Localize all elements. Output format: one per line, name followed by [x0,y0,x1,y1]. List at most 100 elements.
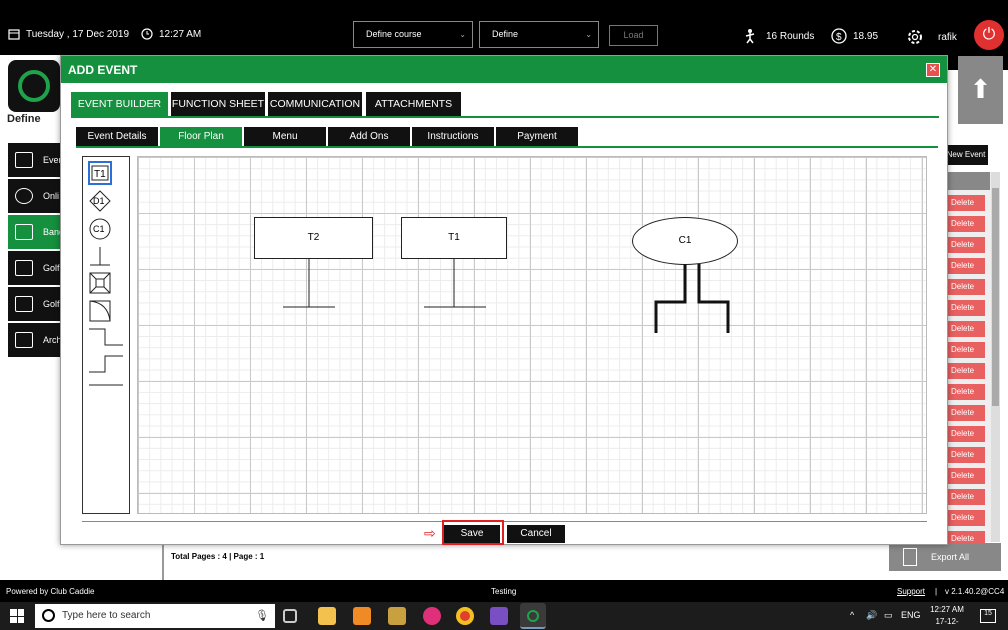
clock-date: 17-12-2019 [935,617,959,630]
subtab-payment[interactable]: Payment [496,127,578,146]
table-t2-stand [283,259,335,308]
sidebar-item-golf[interactable]: Golf [8,251,64,285]
microphone-icon[interactable]: 🎙 [255,609,269,622]
scrollbar-thumb[interactable] [992,188,999,406]
sidebar-item-label: Golf [43,299,60,309]
new-event-button[interactable]: New Event [944,145,988,165]
table-t1[interactable]: T1 [401,217,507,259]
task-view-icon[interactable] [283,609,297,623]
sidebar-item-golf-list[interactable]: Golf [8,287,64,321]
tool-rect-table[interactable]: T1 [88,161,112,185]
subtab-add-ons[interactable]: Add Ons [328,127,410,146]
tool-door[interactable] [88,299,112,323]
svg-text:C1: C1 [93,224,105,234]
club-caddie-taskbar-icon[interactable] [520,603,546,629]
tab-attachments[interactable]: ATTACHMENTS [366,92,461,116]
delete-button[interactable]: Delete [947,237,985,253]
tool-t-wall[interactable] [88,245,112,269]
define-select[interactable]: Define ⌄ [479,21,599,48]
course-select[interactable]: Define course ⌄ [353,21,473,48]
delete-button[interactable]: Delete [947,342,985,358]
floor-plan-canvas[interactable]: T2 T1 C1 [137,156,927,514]
table-c1[interactable]: C1 [632,217,738,265]
notification-icon[interactable]: 15 [980,609,996,623]
volume-icon[interactable]: 🔊 [866,610,877,621]
taskbar-search[interactable]: Type here to search 🎙 [35,604,275,628]
t-wall-icon [90,247,110,266]
arrow-right-icon: ⇨ [424,525,436,541]
power-icon[interactable]: ⏻ [974,20,1004,50]
sidebar-item-archive[interactable]: Arch [8,323,64,357]
chrome-icon[interactable] [456,607,474,625]
table-t2[interactable]: T2 [254,217,373,259]
delete-button[interactable]: Delete [947,510,985,526]
tool-circle-table[interactable]: C1 [88,217,112,241]
define-select-value: Define [492,29,519,39]
table-c1-stand [654,264,730,333]
footer-divider [82,521,927,522]
cancel-button[interactable]: Cancel [507,525,565,543]
sidebar-item-events[interactable]: Even [8,143,64,177]
tool-line-wall[interactable] [87,377,125,401]
close-icon[interactable]: ✕ [926,63,940,77]
tray-chevron-icon[interactable]: ^ [850,610,854,620]
windows-start-icon[interactable] [10,609,24,623]
user-name: rafik [938,31,957,43]
tool-window[interactable] [88,271,112,295]
file-explorer-icon[interactable] [318,607,336,625]
scroll-up-button[interactable]: ⬆ [958,56,1003,124]
add-event-modal: ADD EVENT ✕ EVENT BUILDER FUNCTION SHEET… [60,55,948,545]
tab-function-sheet[interactable]: FUNCTION SHEET [171,92,265,116]
language-indicator[interactable]: ENG [901,610,921,620]
delete-button[interactable]: Delete [947,258,985,274]
save-button[interactable]: Save [444,525,500,543]
network-icon[interactable]: ▭ [884,610,893,621]
delete-button[interactable]: Delete [947,300,985,316]
tool-step-wall[interactable] [87,325,125,349]
sublime-text-icon[interactable] [353,607,371,625]
gear-icon[interactable] [906,28,924,46]
archive-icon [15,332,33,348]
list-scrollbar[interactable] [991,172,1000,542]
tool-step-wall-2[interactable] [87,352,125,376]
user-area[interactable]: rafik [906,28,957,46]
windows-taskbar: Type here to search 🎙 ^ 🔊 ▭ ENG 12:27 AM… [0,602,1008,630]
delete-button[interactable]: Delete [947,426,985,442]
subtab-menu[interactable]: Menu [244,127,326,146]
visual-studio-icon[interactable] [490,607,508,625]
delete-button[interactable]: Delete [947,363,985,379]
subtab-event-details[interactable]: Event Details [76,127,158,146]
tab-event-builder[interactable]: EVENT BUILDER [71,92,168,116]
app-icon[interactable] [388,607,406,625]
slack-icon[interactable] [423,607,441,625]
sidebar-item-label: Golf [43,263,60,273]
club-caddie-logo [8,60,60,112]
sidebar-item-online[interactable]: Onli [8,179,64,213]
delete-button[interactable]: Delete [947,321,985,337]
delete-button[interactable]: Delete [947,216,985,232]
tab-communication[interactable]: COMMUNICATION [268,92,362,116]
sidebar-item-banquet[interactable]: Banc [8,215,64,249]
support-link[interactable]: Support [897,587,925,596]
delete-button[interactable]: Delete [947,384,985,400]
export-all-button[interactable]: Export All [889,543,1001,571]
delete-button[interactable]: Delete [947,489,985,505]
rounds-text: 16 Rounds [766,30,815,42]
subtab-floor-plan[interactable]: Floor Plan [160,127,242,146]
delete-button[interactable]: Delete [947,468,985,484]
globe-icon [15,188,33,204]
tool-diamond-table[interactable]: D1 [88,189,112,213]
circle-table-icon: C1 [89,218,111,240]
system-clock[interactable]: 12:27 AM 17-12-2019 [928,604,966,630]
calendar-icon [8,29,20,40]
delete-button[interactable]: Delete [947,447,985,463]
diamond-table-icon: D1 [89,190,111,212]
load-button[interactable]: Load [609,25,658,46]
delete-button[interactable]: Delete [947,279,985,295]
delete-button[interactable]: Delete [947,195,985,211]
cortana-icon [42,609,55,622]
table-label: T2 [307,232,320,243]
subtab-instructions[interactable]: Instructions [412,127,494,146]
delete-button[interactable]: Delete [947,405,985,421]
clock-icon [141,28,153,40]
